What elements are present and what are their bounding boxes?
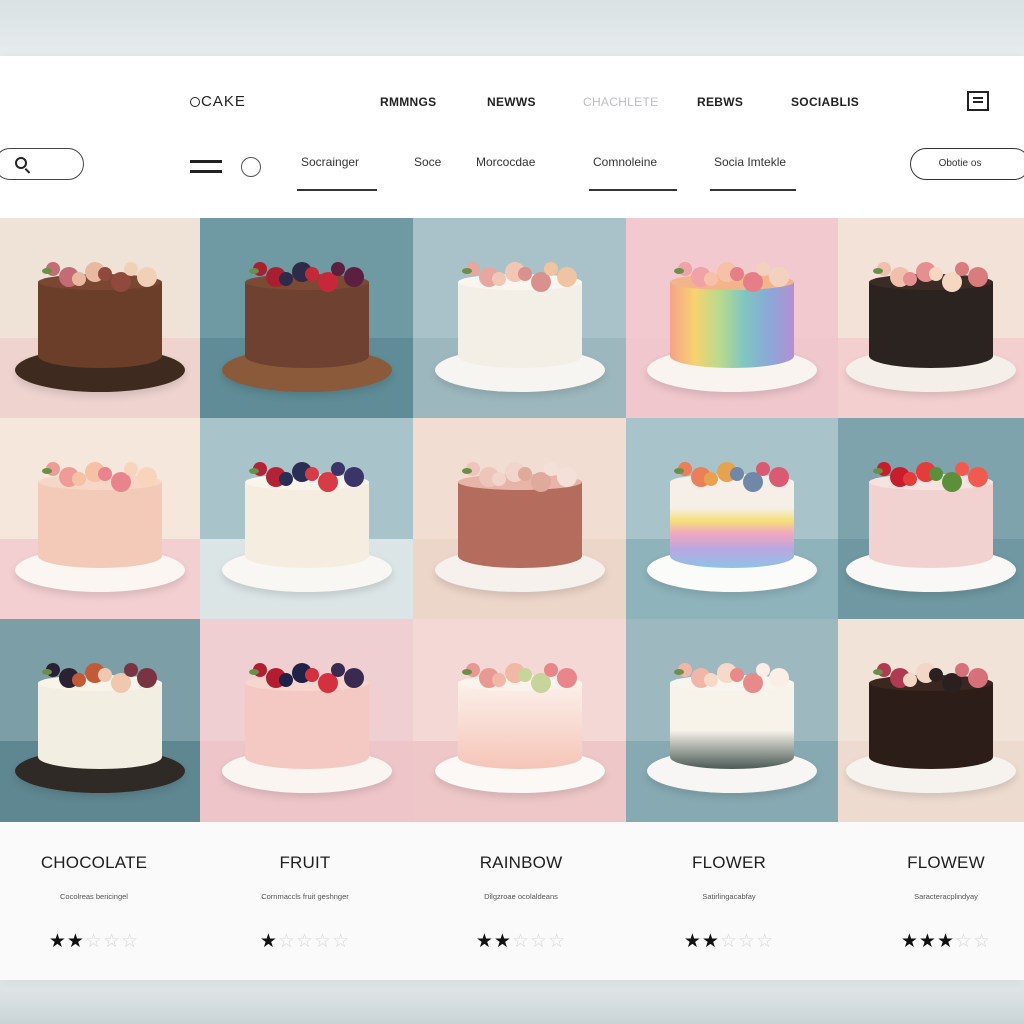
star-rating[interactable]: ★★★☆☆ bbox=[856, 930, 1024, 953]
star-empty-icon[interactable]: ☆ bbox=[530, 931, 548, 952]
nav-link[interactable]: NEWWS bbox=[487, 95, 536, 109]
product-card[interactable]: CHOCOLATE Cocolreas bericingel ★★☆☆☆ bbox=[4, 822, 184, 980]
pink-ruffle-berry-cake-image[interactable] bbox=[200, 619, 413, 822]
hamburger-menu-icon[interactable] bbox=[190, 160, 222, 174]
product-description: Dilgzroae ocolaldeans bbox=[484, 892, 558, 901]
star-rating[interactable]: ★★☆☆☆ bbox=[431, 930, 611, 953]
star-filled-icon[interactable]: ★ bbox=[260, 931, 278, 952]
product-cards: CHOCOLATE Cocolreas bericingel ★★☆☆☆ FRUIT C… bbox=[0, 822, 1024, 980]
document-icon[interactable] bbox=[967, 91, 989, 111]
rainbow-striped-cake-image[interactable] bbox=[626, 218, 838, 418]
product-description: Satirlingacabfay bbox=[702, 892, 756, 901]
subnav-tab-label: Morcocdae bbox=[476, 155, 536, 169]
star-empty-icon[interactable]: ☆ bbox=[955, 931, 973, 952]
tab-underline bbox=[589, 189, 677, 191]
pastel-rainbow-rose-cake-image[interactable] bbox=[626, 418, 838, 619]
subnav-tab-label: Socia Imtekle bbox=[714, 155, 787, 169]
subnav-tab[interactable]: Socrainger bbox=[297, 155, 377, 191]
pink-textured-strawberry-cake-image[interactable] bbox=[838, 418, 1024, 619]
star-empty-icon[interactable]: ☆ bbox=[973, 931, 991, 952]
dark-band-floral-wreath-cake-image[interactable] bbox=[626, 619, 838, 822]
pink-ombre-floral-cake-image[interactable] bbox=[413, 619, 626, 822]
star-empty-icon[interactable]: ☆ bbox=[296, 931, 314, 952]
star-empty-icon[interactable]: ☆ bbox=[332, 931, 350, 952]
star-filled-icon[interactable]: ★ bbox=[919, 931, 937, 952]
star-empty-icon[interactable]: ☆ bbox=[278, 931, 296, 952]
nav-link[interactable]: REBWS bbox=[697, 95, 743, 109]
star-rating[interactable]: ★★☆☆☆ bbox=[639, 930, 819, 953]
star-empty-icon[interactable]: ☆ bbox=[103, 931, 121, 952]
cake-gallery-grid bbox=[0, 218, 1024, 822]
white-ribbed-floral-cake-image[interactable] bbox=[413, 218, 626, 418]
product-card[interactable]: FRUIT Cornmaccls fruit geshnger ★☆☆☆☆ bbox=[215, 822, 395, 980]
star-empty-icon[interactable]: ☆ bbox=[720, 931, 738, 952]
nav-link[interactable]: SOCIABLIS bbox=[791, 95, 859, 109]
star-empty-icon[interactable]: ☆ bbox=[738, 931, 756, 952]
star-empty-icon[interactable]: ☆ bbox=[756, 931, 774, 952]
white-ribbed-rose-cake-image[interactable] bbox=[0, 619, 200, 822]
product-card[interactable]: FLOWEW Saracteracplindyay ★★★☆☆ bbox=[856, 822, 1024, 980]
tab-underline bbox=[297, 189, 377, 191]
star-filled-icon[interactable]: ★ bbox=[702, 931, 720, 952]
chocolate-berry-cake-image[interactable] bbox=[200, 218, 413, 418]
star-empty-icon[interactable]: ☆ bbox=[512, 931, 530, 952]
subnav-tab[interactable]: Soce bbox=[414, 155, 441, 169]
star-filled-icon[interactable]: ★ bbox=[49, 931, 67, 952]
product-description: Cocolreas bericingel bbox=[60, 892, 128, 901]
brand-logo[interactable]: CAKE bbox=[190, 93, 246, 110]
logo-circle-icon bbox=[190, 97, 200, 107]
product-title: RAINBOW bbox=[479, 853, 563, 872]
subnav-tab-label: Comnoleine bbox=[593, 155, 658, 169]
product-title: CHOCOLATE bbox=[40, 853, 148, 872]
subnav-tab-label: Socrainger bbox=[301, 155, 360, 169]
star-rating[interactable]: ★★☆☆☆ bbox=[4, 930, 184, 953]
star-empty-icon[interactable]: ☆ bbox=[548, 931, 566, 952]
nav-link[interactable]: CHACHLETE bbox=[583, 95, 658, 109]
nav-link[interactable]: RMMNGS bbox=[380, 95, 436, 109]
star-filled-icon[interactable]: ★ bbox=[494, 931, 512, 952]
cta-button[interactable]: Obotie os bbox=[910, 148, 1024, 180]
star-empty-icon[interactable]: ☆ bbox=[314, 931, 332, 952]
product-description: Cornmaccls fruit geshnger bbox=[261, 892, 349, 901]
star-filled-icon[interactable]: ★ bbox=[476, 931, 494, 952]
two-tier-pink-geometric-cake-image[interactable] bbox=[413, 418, 626, 619]
star-filled-icon[interactable]: ★ bbox=[67, 931, 85, 952]
circle-icon[interactable] bbox=[241, 157, 261, 177]
star-rating[interactable]: ★☆☆☆☆ bbox=[215, 930, 395, 953]
page: CAKE RMMNGS NEWWS CHACHLETE REBWS SOCIAB… bbox=[0, 56, 1024, 980]
star-empty-icon[interactable]: ☆ bbox=[85, 931, 103, 952]
product-description: Saracteracplindyay bbox=[914, 892, 978, 901]
top-navigation: CAKE RMMNGS NEWWS CHACHLETE REBWS SOCIAB… bbox=[0, 56, 1024, 146]
product-card[interactable]: RAINBOW Dilgzroae ocolaldeans ★★☆☆☆ bbox=[431, 822, 611, 980]
product-card[interactable]: FLOWER Satirlingacabfay ★★☆☆☆ bbox=[639, 822, 819, 980]
chocolate-floral-cake-image[interactable] bbox=[0, 218, 200, 418]
product-title: FRUIT bbox=[279, 853, 331, 872]
product-title: FLOWER bbox=[692, 853, 766, 872]
subnav-tab-label: Soce bbox=[414, 155, 442, 169]
dark-chocolate-rose-cake-image[interactable] bbox=[838, 619, 1024, 822]
search-icon bbox=[15, 157, 27, 169]
peach-quilted-floral-cake-image[interactable] bbox=[0, 418, 200, 619]
white-grid-berry-cake-image[interactable] bbox=[200, 418, 413, 619]
star-filled-icon[interactable]: ★ bbox=[937, 931, 955, 952]
tab-underline bbox=[710, 189, 796, 191]
subnav-tab[interactable]: Comnoleine bbox=[589, 155, 677, 191]
star-filled-icon[interactable]: ★ bbox=[684, 931, 702, 952]
search-input[interactable] bbox=[0, 148, 84, 180]
subnav-tab[interactable]: Morcocdae bbox=[476, 155, 535, 169]
brand-name: CAKE bbox=[201, 93, 246, 110]
star-empty-icon[interactable]: ☆ bbox=[121, 931, 139, 952]
dark-ribbed-floral-cake-image[interactable] bbox=[838, 218, 1024, 418]
star-filled-icon[interactable]: ★ bbox=[901, 931, 919, 952]
subnav-tab[interactable]: Socia Imtekle bbox=[710, 155, 796, 191]
product-title: FLOWEW bbox=[907, 853, 985, 872]
